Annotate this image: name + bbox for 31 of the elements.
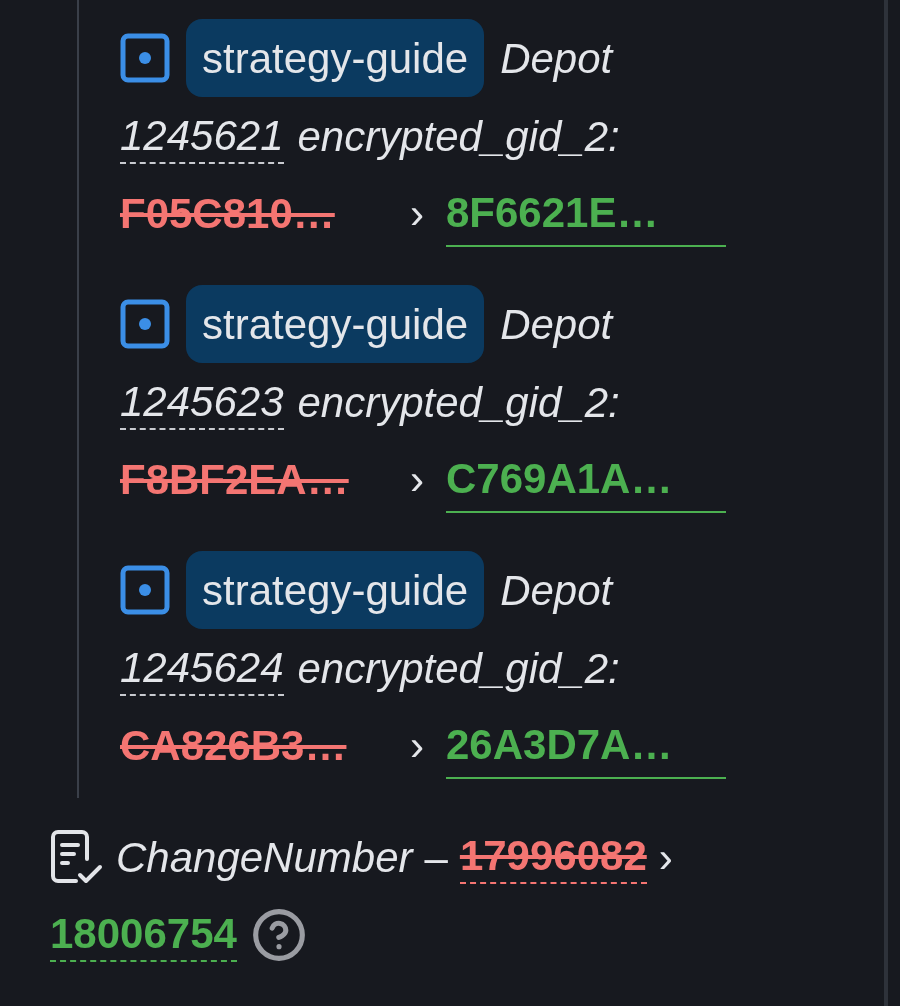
app-tag[interactable]: strategy-guide <box>186 19 485 97</box>
app-tag[interactable]: strategy-guide <box>186 285 485 363</box>
depot-label: Depot <box>500 565 613 616</box>
field-name: encrypted_gid_2: <box>297 378 620 428</box>
new-value[interactable]: C769A1A… <box>446 446 726 513</box>
new-change-number[interactable]: 18006754 <box>50 908 237 962</box>
depot-label: Depot <box>500 33 613 84</box>
document-check-icon <box>50 829 104 885</box>
change-number-label: ChangeNumber <box>116 832 413 883</box>
arrow-separator: › <box>658 832 673 883</box>
depot-id[interactable]: 1245621 <box>120 109 284 164</box>
arrow-separator: › <box>410 721 425 771</box>
depot-icon <box>120 299 170 349</box>
dash-separator: – <box>424 832 448 883</box>
depot-id[interactable]: 1245623 <box>120 375 284 430</box>
app-tag[interactable]: strategy-guide <box>186 551 485 629</box>
depot-icon <box>120 33 170 83</box>
old-change-number[interactable]: 17996082 <box>459 830 647 884</box>
depot-id[interactable]: 1245624 <box>120 641 284 696</box>
arrow-separator: › <box>410 455 425 505</box>
new-value[interactable]: 26A3D7A… <box>446 712 726 779</box>
help-icon[interactable] <box>250 907 307 963</box>
old-value: F05C810… <box>120 189 336 239</box>
old-value: F8BF2EA… <box>120 455 350 505</box>
arrow-separator: › <box>410 189 425 239</box>
depot-icon <box>120 565 170 615</box>
field-name: encrypted_gid_2: <box>297 112 620 162</box>
old-value: CA826B3… <box>120 721 348 771</box>
new-value[interactable]: 8F6621E… <box>446 180 726 247</box>
depot-label: Depot <box>500 299 613 350</box>
field-name: encrypted_gid_2: <box>297 644 620 694</box>
